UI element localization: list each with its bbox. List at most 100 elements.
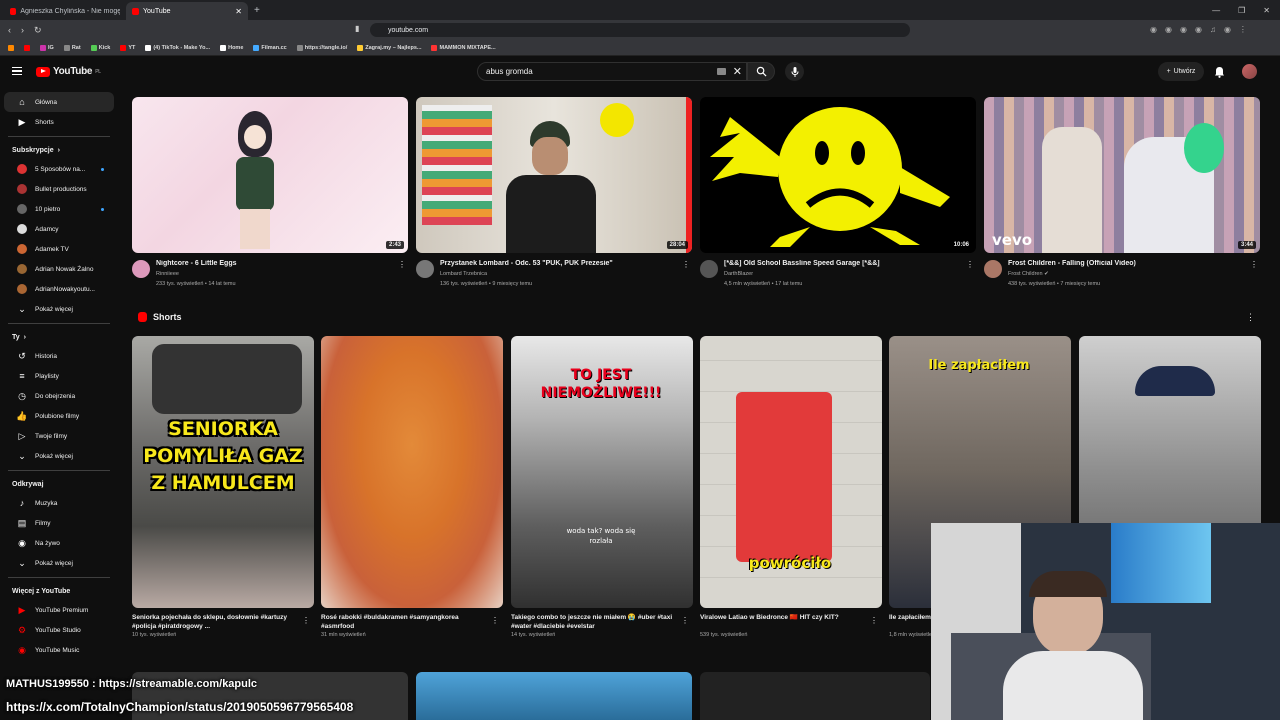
extension-icon[interactable]: ◉ bbox=[1180, 25, 1187, 34]
youtube-logo[interactable]: YouTube PL bbox=[36, 66, 101, 77]
sidebar-item-subscription[interactable]: 10 pietro bbox=[4, 199, 114, 219]
bookmark-icon[interactable]: ▮ bbox=[355, 24, 359, 33]
video-thumbnail-partial[interactable] bbox=[700, 672, 930, 720]
channel-name[interactable]: Frost Children ✔ bbox=[1008, 271, 1049, 277]
url-field[interactable]: youtube.com bbox=[370, 23, 910, 37]
forward-icon[interactable]: › bbox=[21, 25, 24, 36]
account-avatar[interactable] bbox=[1242, 64, 1257, 79]
browser-tab-active[interactable]: YouTube ✕ bbox=[126, 2, 248, 20]
sidebar-item-history[interactable]: ↺ Historia bbox=[4, 346, 114, 366]
close-tab-icon[interactable]: ✕ bbox=[235, 7, 242, 16]
more-options-icon[interactable]: ⋮ bbox=[398, 260, 406, 269]
bookmark-item[interactable]: Rat bbox=[63, 44, 81, 51]
sidebar-item-subscription[interactable]: 5 Sposobów na... bbox=[4, 159, 114, 179]
notifications-bell-icon[interactable] bbox=[1214, 65, 1225, 83]
more-options-icon[interactable]: ⋮ bbox=[681, 616, 689, 625]
sidebar-item-playlists[interactable]: ≡ Playlisty bbox=[4, 366, 114, 386]
channel-name[interactable]: Rinniieee bbox=[156, 271, 179, 277]
voice-search-button[interactable] bbox=[785, 62, 804, 81]
short-card[interactable]: powróciło Viralowe Latiao w Biedronce 🇨🇳… bbox=[700, 336, 882, 638]
show-more-subscriptions[interactable]: ⌄ Pokaż więcej bbox=[4, 299, 114, 319]
extension-icon[interactable]: ◉ bbox=[1224, 25, 1231, 34]
video-thumbnail[interactable]: 10:06 bbox=[700, 97, 976, 253]
short-thumbnail[interactable]: TO JEST NIEMOŻLIWE!!! woda tak? woda się… bbox=[511, 336, 693, 608]
short-card[interactable]: Rosé rabokki #buldakramen #samyangkorea … bbox=[321, 336, 503, 638]
close-window-icon[interactable]: ✕ bbox=[1263, 6, 1270, 15]
bookmark-item[interactable] bbox=[8, 44, 14, 51]
channel-avatar[interactable] bbox=[984, 260, 1002, 278]
video-card[interactable]: 28:04 Przystanek Lombard - Odc. 53 "PUK,… bbox=[416, 97, 692, 298]
search-button[interactable] bbox=[747, 62, 775, 81]
bookmark-item[interactable]: https://tangle.io/ bbox=[296, 44, 347, 51]
short-card[interactable]: SENIORKA POMYLIŁA GAZ Z HAMULCEM Seniork… bbox=[132, 336, 314, 638]
sidebar-item-music-app[interactable]: ◉ YouTube Music bbox=[4, 640, 114, 660]
short-title[interactable]: Seniorka pojechała do sklepu, dosłownie … bbox=[132, 613, 297, 631]
more-options-icon[interactable]: ⋮ bbox=[870, 616, 878, 625]
video-card[interactable]: vevo 3:44 Frost Children - Falling (Offi… bbox=[984, 97, 1260, 298]
you-heading[interactable]: Ty › bbox=[0, 328, 118, 346]
browser-tab[interactable]: Agnieszka Chylińska - Nie mogę Ci bbox=[4, 2, 126, 20]
short-title[interactable]: Takiego combo to jeszcze nie miałem 😭 #u… bbox=[511, 613, 676, 631]
bookmark-item[interactable]: Filman.cc bbox=[253, 44, 287, 51]
bookmark-item[interactable]: MAMMON MIXTAPE... bbox=[431, 44, 496, 51]
bookmark-item[interactable]: Kick bbox=[90, 44, 110, 51]
video-title[interactable]: Frost Children - Falling (Official Video… bbox=[1008, 260, 1248, 267]
sidebar-item-subscription[interactable]: AdrianNowakyoutu... bbox=[4, 279, 114, 299]
sidebar-item-subscription[interactable]: Adamcy bbox=[4, 219, 114, 239]
channel-avatar[interactable] bbox=[700, 260, 718, 278]
show-more-you[interactable]: ⌄ Pokaż więcej bbox=[4, 446, 114, 466]
channel-name[interactable]: DarthBlazer bbox=[724, 271, 753, 277]
channel-avatar[interactable] bbox=[416, 260, 434, 278]
more-options-icon[interactable]: ⋮ bbox=[302, 616, 310, 625]
bookmark-item[interactable]: IG bbox=[40, 44, 54, 51]
short-thumbnail[interactable]: SENIORKA POMYLIŁA GAZ Z HAMULCEM bbox=[132, 336, 314, 608]
bookmark-item[interactable]: YT bbox=[120, 44, 135, 51]
menu-icon[interactable]: ⋮ bbox=[1239, 25, 1247, 34]
keyboard-icon[interactable] bbox=[717, 68, 726, 75]
clear-icon[interactable]: ✕ bbox=[733, 65, 742, 78]
extension-icon[interactable]: ◉ bbox=[1195, 25, 1202, 34]
sidebar-item-watch-later[interactable]: ◷ Do obejrzenia bbox=[4, 386, 114, 406]
subscriptions-heading[interactable]: Subskrypcje › bbox=[0, 141, 118, 159]
more-options-icon[interactable]: ⋮ bbox=[491, 616, 499, 625]
menu-icon[interactable] bbox=[12, 67, 22, 75]
sidebar-item-premium[interactable]: ▶ YouTube Premium bbox=[4, 600, 114, 620]
sidebar-item-subscription[interactable]: Bullet productions bbox=[4, 179, 114, 199]
short-title[interactable]: Viralowe Latiao w Biedronce 🇨🇳 HIT czy K… bbox=[700, 613, 865, 631]
extension-icon[interactable]: ♫ bbox=[1210, 25, 1216, 34]
sidebar-item-live[interactable]: ◉ Na żywo bbox=[4, 533, 114, 553]
bookmark-item[interactable]: (4) TikTok - Make Yo... bbox=[145, 44, 210, 51]
more-options-icon[interactable]: ⋮ bbox=[966, 260, 974, 269]
bookmark-item[interactable] bbox=[24, 44, 30, 51]
sidebar-item-liked[interactable]: 👍 Polubione filmy bbox=[4, 406, 114, 426]
sidebar-item-home[interactable]: ⌂ Główna bbox=[4, 92, 114, 112]
channel-name[interactable]: Lombard Trzebnica bbox=[440, 271, 487, 277]
extension-icon[interactable]: ◉ bbox=[1165, 25, 1172, 34]
extension-icon[interactable]: ◉ bbox=[1150, 25, 1157, 34]
sidebar-item-your-videos[interactable]: ▷ Twoje filmy bbox=[4, 426, 114, 446]
show-more-explore[interactable]: ⌄ Pokaż więcej bbox=[4, 553, 114, 573]
more-options-icon[interactable]: ⋮ bbox=[1250, 260, 1258, 269]
video-card[interactable]: 2:43 Nightcore - 6 Little Eggs Rinniieee… bbox=[132, 97, 408, 298]
search-input[interactable]: abus gromda ✕ bbox=[477, 62, 747, 81]
more-options-icon[interactable]: ⋮ bbox=[682, 260, 690, 269]
reload-icon[interactable]: ↻ bbox=[34, 25, 42, 36]
short-thumbnail[interactable] bbox=[321, 336, 503, 608]
sidebar-item-subscription[interactable]: Adrian Nowak Żalno bbox=[4, 259, 114, 279]
sidebar-item-studio[interactable]: ⚙ YouTube Studio bbox=[4, 620, 114, 640]
video-thumbnail[interactable]: 28:04 bbox=[416, 97, 692, 253]
more-options-icon[interactable]: ⋮ bbox=[1246, 312, 1255, 323]
minimize-icon[interactable]: — bbox=[1212, 6, 1220, 15]
video-title[interactable]: [*&&] Old School Bassline Speed Garage [… bbox=[724, 260, 964, 267]
bookmark-item[interactable]: Home bbox=[220, 44, 243, 51]
video-thumbnail[interactable]: vevo 3:44 bbox=[984, 97, 1260, 253]
video-thumbnail[interactable]: 2:43 bbox=[132, 97, 408, 253]
channel-avatar[interactable] bbox=[132, 260, 150, 278]
sidebar-item-subscription[interactable]: Adamek TV bbox=[4, 239, 114, 259]
video-card[interactable]: 10:06 [*&&] Old School Bassline Speed Ga… bbox=[700, 97, 976, 298]
back-icon[interactable]: ‹ bbox=[8, 25, 11, 36]
short-card[interactable]: TO JEST NIEMOŻLIWE!!! woda tak? woda się… bbox=[511, 336, 693, 638]
sidebar-item-music[interactable]: ♪ Muzyka bbox=[4, 493, 114, 513]
video-thumbnail-partial[interactable] bbox=[416, 672, 692, 720]
video-title[interactable]: Przystanek Lombard - Odc. 53 "PUK, PUK P… bbox=[440, 260, 680, 267]
